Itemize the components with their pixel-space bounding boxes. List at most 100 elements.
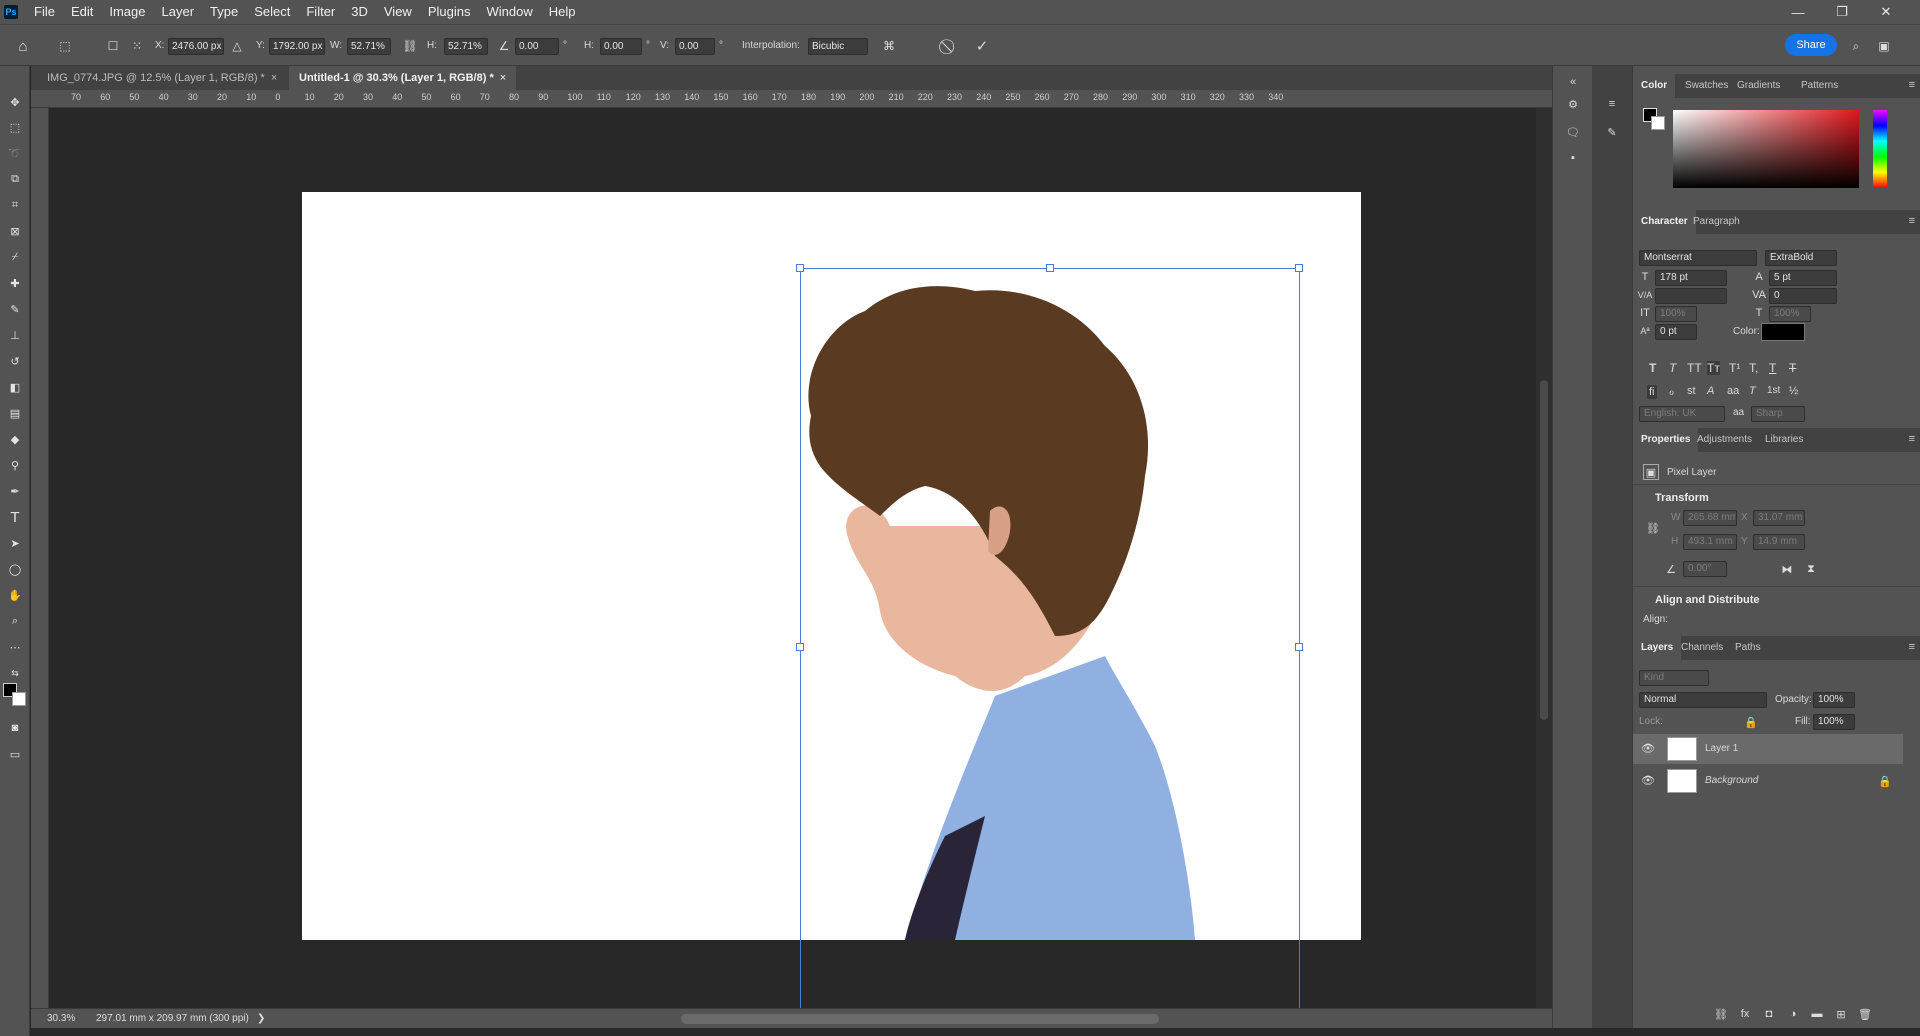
stylistic-alternates-button[interactable]: aa xyxy=(1727,385,1739,397)
swash-button[interactable]: A xyxy=(1707,385,1714,397)
leading-input[interactable]: 5 pt xyxy=(1769,270,1837,286)
quick-mask-icon[interactable]: ◙ xyxy=(5,718,25,738)
close-tab-icon[interactable]: × xyxy=(500,72,506,84)
strikethrough-button[interactable]: T xyxy=(1789,361,1796,375)
prop-width-input[interactable]: 265.68 mm xyxy=(1683,510,1737,526)
menu-image[interactable]: Image xyxy=(101,0,153,24)
panel-menu-icon[interactable]: ≡ xyxy=(1909,215,1915,227)
antialias-select[interactable]: Sharp xyxy=(1751,406,1805,422)
tab-swatches[interactable]: Swatches xyxy=(1677,74,1736,98)
faux-italic-button[interactable]: T xyxy=(1669,361,1676,375)
prop-y-input[interactable]: 14.9 mm xyxy=(1753,534,1805,550)
brush-tool-icon[interactable]: ✎ xyxy=(5,299,25,319)
align-distribute-title[interactable]: Align and Distribute xyxy=(1655,594,1760,606)
link-aspect-icon[interactable]: ⛓ xyxy=(400,36,420,56)
transform-section-title[interactable]: Transform xyxy=(1655,492,1709,504)
tab-paths[interactable]: Paths xyxy=(1727,636,1769,660)
crop-tool-icon[interactable]: ⌗ xyxy=(5,195,25,215)
menu-plugins[interactable]: Plugins xyxy=(420,0,479,24)
height-percent-input[interactable]: 52.71% xyxy=(444,38,488,55)
adjustments-icon[interactable]: ≡ xyxy=(1604,96,1620,112)
discretionary-ligatures-button[interactable]: st xyxy=(1687,385,1696,397)
move-tool-icon[interactable]: ✥ xyxy=(5,92,25,112)
collapse-left-arrows-icon[interactable]: « xyxy=(1565,74,1581,90)
warp-mode-icon[interactable]: ⌘ xyxy=(879,36,899,56)
dodge-tool-icon[interactable]: ⚲ xyxy=(5,455,25,475)
font-size-input[interactable]: 178 pt xyxy=(1655,270,1727,286)
transform-handle-top-right[interactable] xyxy=(1295,264,1303,272)
layer-filter-input[interactable]: Kind xyxy=(1639,670,1709,686)
ordinals-button[interactable]: 1st xyxy=(1767,385,1780,396)
superscript-button[interactable]: T¹ xyxy=(1729,361,1740,375)
share-button[interactable]: Share xyxy=(1785,34,1837,56)
horizontal-scroll-thumb[interactable] xyxy=(681,1014,1159,1024)
canvas-area[interactable] xyxy=(49,108,1552,1008)
width-percent-input[interactable]: 52.71% xyxy=(347,38,391,55)
close-window-button[interactable]: ✕ xyxy=(1864,0,1908,24)
healing-brush-tool-icon[interactable]: ✚ xyxy=(5,273,25,293)
x-position-input[interactable]: 2476.00 px xyxy=(168,38,224,55)
ligatures-button[interactable]: fi xyxy=(1647,385,1657,399)
ellipse-tool-icon[interactable]: ◯ xyxy=(5,559,25,579)
faux-bold-button[interactable]: T xyxy=(1649,361,1656,375)
doc-tab-img0774[interactable]: IMG_0774.JPG @ 12.5% (Layer 1, RGB/8) * × xyxy=(37,66,288,90)
tab-patterns[interactable]: Patterns xyxy=(1793,74,1846,98)
transform-handle-middle-left[interactable] xyxy=(796,643,804,651)
menu-3d[interactable]: 3D xyxy=(343,0,376,24)
baseline-shift-input[interactable]: 0 pt xyxy=(1655,324,1697,340)
frame-tool-icon[interactable]: ⊠ xyxy=(5,221,25,241)
menu-view[interactable]: View xyxy=(376,0,420,24)
comments-icon[interactable]: 🗨 xyxy=(1565,124,1581,140)
transform-handle-top-center[interactable] xyxy=(1046,264,1054,272)
transform-handle-top-left[interactable] xyxy=(796,264,804,272)
path-selection-tool-icon[interactable]: ➤ xyxy=(5,533,25,553)
object-selection-tool-icon[interactable]: ⧉ xyxy=(5,169,25,189)
vertical-scale-input[interactable]: 100% xyxy=(1655,306,1697,322)
opacity-input[interactable]: 100% xyxy=(1813,692,1855,708)
transform-handle-middle-right[interactable] xyxy=(1295,643,1303,651)
visibility-eye-icon[interactable]: 👁 xyxy=(1641,742,1655,756)
prop-angle-input[interactable]: 0.00° xyxy=(1683,561,1727,577)
titling-alternates-button[interactable]: T xyxy=(1749,385,1756,397)
subscript-button[interactable]: T, xyxy=(1749,361,1758,375)
font-family-select[interactable]: Montserrat xyxy=(1639,250,1757,266)
history-brush-tool-icon[interactable]: ↺ xyxy=(5,351,25,371)
pen-tool-icon[interactable]: ✒ xyxy=(5,481,25,501)
blend-mode-select[interactable]: Normal xyxy=(1639,692,1767,708)
eraser-tool-icon[interactable]: ◧ xyxy=(5,377,25,397)
plugins-icon[interactable]: ▪ xyxy=(1565,150,1581,166)
new-group-icon[interactable]: ▬ xyxy=(1809,1006,1825,1022)
tab-color[interactable]: Color xyxy=(1633,74,1676,98)
visibility-eye-icon[interactable]: 👁 xyxy=(1641,774,1655,788)
prop-x-input[interactable]: 31.07 mm xyxy=(1753,510,1805,526)
home-icon[interactable]: ⌂ xyxy=(13,36,33,56)
screen-mode-icon[interactable]: ▭ xyxy=(5,744,25,764)
zoom-tool-icon[interactable]: ⌕ xyxy=(5,611,25,631)
menu-edit[interactable]: Edit xyxy=(63,0,101,24)
ruler-left[interactable] xyxy=(31,108,49,1008)
language-select[interactable]: English: UK xyxy=(1639,406,1725,422)
color-picker-field[interactable] xyxy=(1673,110,1859,188)
clone-stamp-tool-icon[interactable]: ⊥ xyxy=(5,325,25,345)
menu-type[interactable]: Type xyxy=(202,0,246,24)
panel-menu-icon[interactable]: ≡ xyxy=(1909,641,1915,653)
new-adjustment-layer-icon[interactable]: ◑ xyxy=(1785,1006,1801,1022)
menu-file[interactable]: File xyxy=(26,0,63,24)
background-color-swatch[interactable] xyxy=(12,692,26,706)
small-caps-button[interactable]: Tт xyxy=(1707,361,1720,375)
menu-select[interactable]: Select xyxy=(246,0,298,24)
menu-window[interactable]: Window xyxy=(478,0,540,24)
layer-row-background[interactable]: 👁 Background 🔒 xyxy=(1633,766,1903,796)
flip-horizontal-icon[interactable]: ⧓ xyxy=(1779,561,1795,577)
all-caps-button[interactable]: TT xyxy=(1687,361,1702,375)
link-layers-icon[interactable]: ⛓ xyxy=(1713,1006,1729,1022)
swap-colors-icon[interactable]: ⇆ xyxy=(5,663,25,683)
color-background-swatch[interactable] xyxy=(1651,116,1665,130)
kerning-input[interactable] xyxy=(1655,288,1727,304)
commit-transform-icon[interactable]: ✓ xyxy=(972,36,992,56)
vertical-skew-input[interactable]: 0.00 xyxy=(675,38,715,55)
type-tool-icon[interactable]: T xyxy=(5,507,25,527)
status-menu-arrow[interactable]: ❯ xyxy=(257,1013,265,1024)
gradient-tool-icon[interactable]: ▤ xyxy=(5,403,25,423)
menu-help[interactable]: Help xyxy=(541,0,584,24)
